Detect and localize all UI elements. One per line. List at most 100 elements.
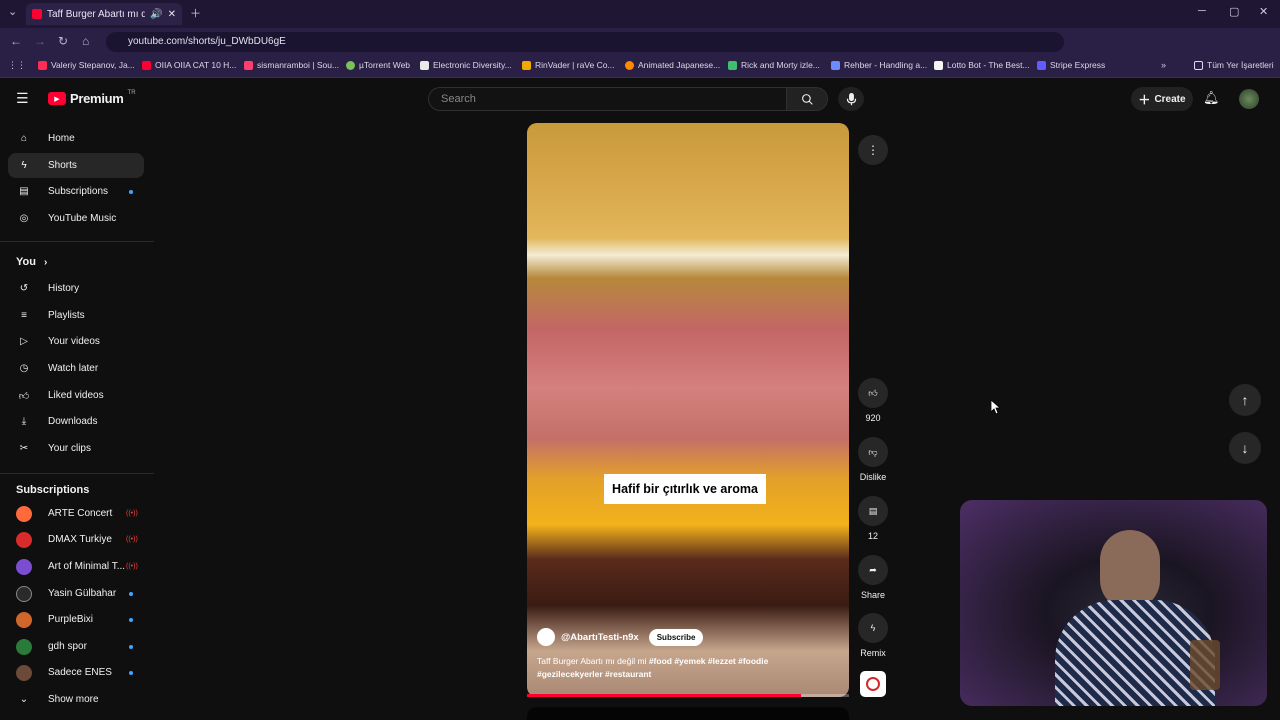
bookmark-item[interactable]: OIIA OIIA CAT 10 H...	[142, 60, 236, 70]
short-video-player[interactable]	[527, 123, 849, 697]
bookmark-item[interactable]: Rick and Morty izle...	[728, 60, 820, 70]
bookmark-item[interactable]: Animated Japanese...	[625, 60, 720, 70]
sidebar-item-history[interactable]: ↺ History	[8, 276, 144, 301]
subscription-channel[interactable]: Sadece ENES	[8, 660, 144, 685]
sidebar-item-youtube-music[interactable]: ◎ YouTube Music	[8, 206, 144, 231]
home-browser-icon[interactable]: ⌂	[82, 34, 89, 48]
minimize-icon[interactable]: ─	[1198, 5, 1206, 17]
sidebar-item-your-videos[interactable]: ▷ Your videos	[8, 329, 144, 354]
subscription-channel[interactable]: ARTE Concert ((•))	[8, 501, 144, 526]
bookmark-item[interactable]: µTorrent Web	[346, 60, 410, 70]
bookmark-favicon-icon	[934, 60, 943, 70]
channel-handle[interactable]: @AbartıTesti-n9x	[561, 632, 639, 643]
sound-thumbnail[interactable]	[860, 671, 886, 697]
sidebar-item-shorts[interactable]: ϟ Shorts	[8, 153, 144, 178]
your-videos-icon: ▷	[20, 336, 28, 347]
sidebar-item-subscriptions[interactable]: ▤ Subscriptions	[8, 179, 144, 204]
browser-tab[interactable]: Taff Burger Abartı mı değil mi 🔊 ✕	[26, 3, 182, 25]
logo-text: Premium	[70, 91, 124, 106]
account-avatar[interactable]	[1239, 89, 1259, 109]
divider	[0, 473, 154, 474]
progress-fill	[527, 694, 801, 697]
all-bookmarks[interactable]: Tüm Yer İşaretleri	[1194, 60, 1274, 70]
share-label: Share	[860, 590, 886, 600]
like-count: 920	[865, 413, 881, 423]
sidebar-item-label: Home	[48, 133, 75, 144]
dislike-action[interactable]: 👎︎ Dislike	[858, 437, 888, 482]
new-content-dot	[129, 591, 133, 596]
tab-close-icon[interactable]: ✕	[168, 9, 176, 20]
thumbs-up-icon: 👍︎	[858, 378, 888, 408]
voice-search-button[interactable]	[838, 87, 864, 111]
video-title[interactable]: Taff Burger Abartı mı değil mi #food #ye…	[537, 655, 837, 681]
back-icon[interactable]: ←	[10, 34, 22, 48]
show-more-label: Show more	[48, 694, 99, 705]
bookmark-item[interactable]: Lotto Bot - The Best...	[934, 60, 1030, 70]
hashtags[interactable]: #gezilecekyerler #restaurant	[537, 669, 651, 679]
sidebar-item-your-clips[interactable]: ✂ Your clips	[8, 436, 144, 461]
sidebar-item-watch-later[interactable]: ◷ Watch later	[8, 356, 144, 381]
subscription-channel[interactable]: Yasin Gülbahar	[8, 581, 144, 606]
search-button[interactable]	[786, 87, 828, 111]
bookmark-item[interactable]: Rehber - Handling a...	[831, 60, 927, 70]
remix-action[interactable]: ϟ Remix	[858, 613, 888, 658]
bookmark-item[interactable]: RinVader | raVe Co...	[522, 60, 615, 70]
channel-avatar	[16, 531, 32, 548]
comment-icon: ▤	[858, 496, 888, 526]
subscription-channel[interactable]: PurpleBixi	[8, 607, 144, 632]
comments-action[interactable]: ▤ 12	[858, 496, 888, 541]
subscription-channel[interactable]: DMAX Turkiye ((•))	[8, 527, 144, 552]
audio-icon[interactable]: 🔊	[150, 9, 162, 20]
subscription-channel[interactable]: Art of Minimal T... ((•))	[8, 554, 144, 579]
previous-short-button[interactable]: ↑	[1229, 384, 1261, 416]
share-action[interactable]: ➦ Share	[858, 555, 888, 600]
subscription-channel[interactable]: gdh spor	[8, 634, 144, 659]
like-action[interactable]: 👍︎ 920	[858, 378, 888, 423]
url-field[interactable]: youtube.com/shorts/ju_DWbDU6gE	[106, 32, 1064, 52]
show-more-button[interactable]: ⌄ Show more	[8, 687, 144, 712]
new-content-dot	[129, 189, 133, 194]
arrow-down-icon: ↓	[1241, 440, 1249, 456]
channel-avatar[interactable]	[537, 628, 555, 646]
new-tab-icon[interactable]: ＋	[190, 5, 201, 21]
bookmark-label: Rick and Morty izle...	[741, 60, 820, 70]
subscribe-button[interactable]: Subscribe	[648, 628, 704, 646]
hashtags[interactable]: #food #yemek #lezzet #foodie	[649, 656, 769, 666]
sidebar-item-label: History	[48, 283, 80, 294]
bookmark-item[interactable]: sismanramboi | Sou...	[244, 60, 339, 70]
next-short-button[interactable]: ↓	[1229, 432, 1261, 464]
hamburger-menu-icon[interactable]: ☰	[16, 90, 29, 107]
notifications-bell-icon[interactable]: 🔔︎	[1203, 90, 1220, 106]
bookmark-item[interactable]: Valeriy Stepanov, Ja...	[38, 60, 135, 70]
forward-icon[interactable]: →	[34, 34, 46, 48]
channel-name: ARTE Concert	[48, 508, 113, 519]
bookmark-favicon-icon	[346, 60, 355, 70]
sidebar-item-liked-videos[interactable]: 👍︎ Liked videos	[8, 383, 144, 408]
sidebar-item-playlists[interactable]: ≡ Playlists	[8, 303, 144, 328]
bookmark-item[interactable]: Electronic Diversity...	[420, 60, 512, 70]
you-section-header[interactable]: You ›	[16, 256, 47, 268]
video-progress-bar[interactable]	[527, 694, 849, 697]
reload-icon[interactable]: ↻	[58, 34, 68, 48]
close-window-icon[interactable]: ✕	[1259, 5, 1268, 18]
create-button[interactable]: ＋ Create	[1131, 87, 1193, 111]
more-options-icon[interactable]: ⋮	[858, 135, 888, 165]
sidebar-item-downloads[interactable]: ⤓ Downloads	[8, 409, 144, 434]
search-icon	[801, 93, 813, 105]
more-bookmarks-icon[interactable]: »	[1161, 60, 1166, 70]
bookmark-item[interactable]: Stripe Express	[1037, 60, 1105, 70]
channel-name: gdh spor	[48, 641, 87, 652]
sidebar-item-label: Shorts	[48, 160, 77, 171]
apps-grid-icon[interactable]: ⋮⋮	[8, 60, 26, 71]
bookmark-favicon-icon	[522, 60, 531, 70]
youtube-logo[interactable]: ▶ Premium TR	[48, 90, 136, 106]
maximize-icon[interactable]: ▢	[1229, 5, 1239, 18]
next-short-preview[interactable]	[527, 707, 849, 720]
search-input[interactable]: Search	[428, 87, 786, 111]
tab-search-icon[interactable]: ⌄	[8, 5, 17, 18]
sidebar-item-label: Playlists	[48, 310, 85, 321]
subscriptions-section-header: Subscriptions	[16, 484, 90, 496]
bookmark-favicon-icon	[244, 60, 253, 70]
live-indicator-icon: ((•))	[126, 510, 138, 517]
sidebar-item-home[interactable]: ⌂ Home	[8, 126, 144, 151]
